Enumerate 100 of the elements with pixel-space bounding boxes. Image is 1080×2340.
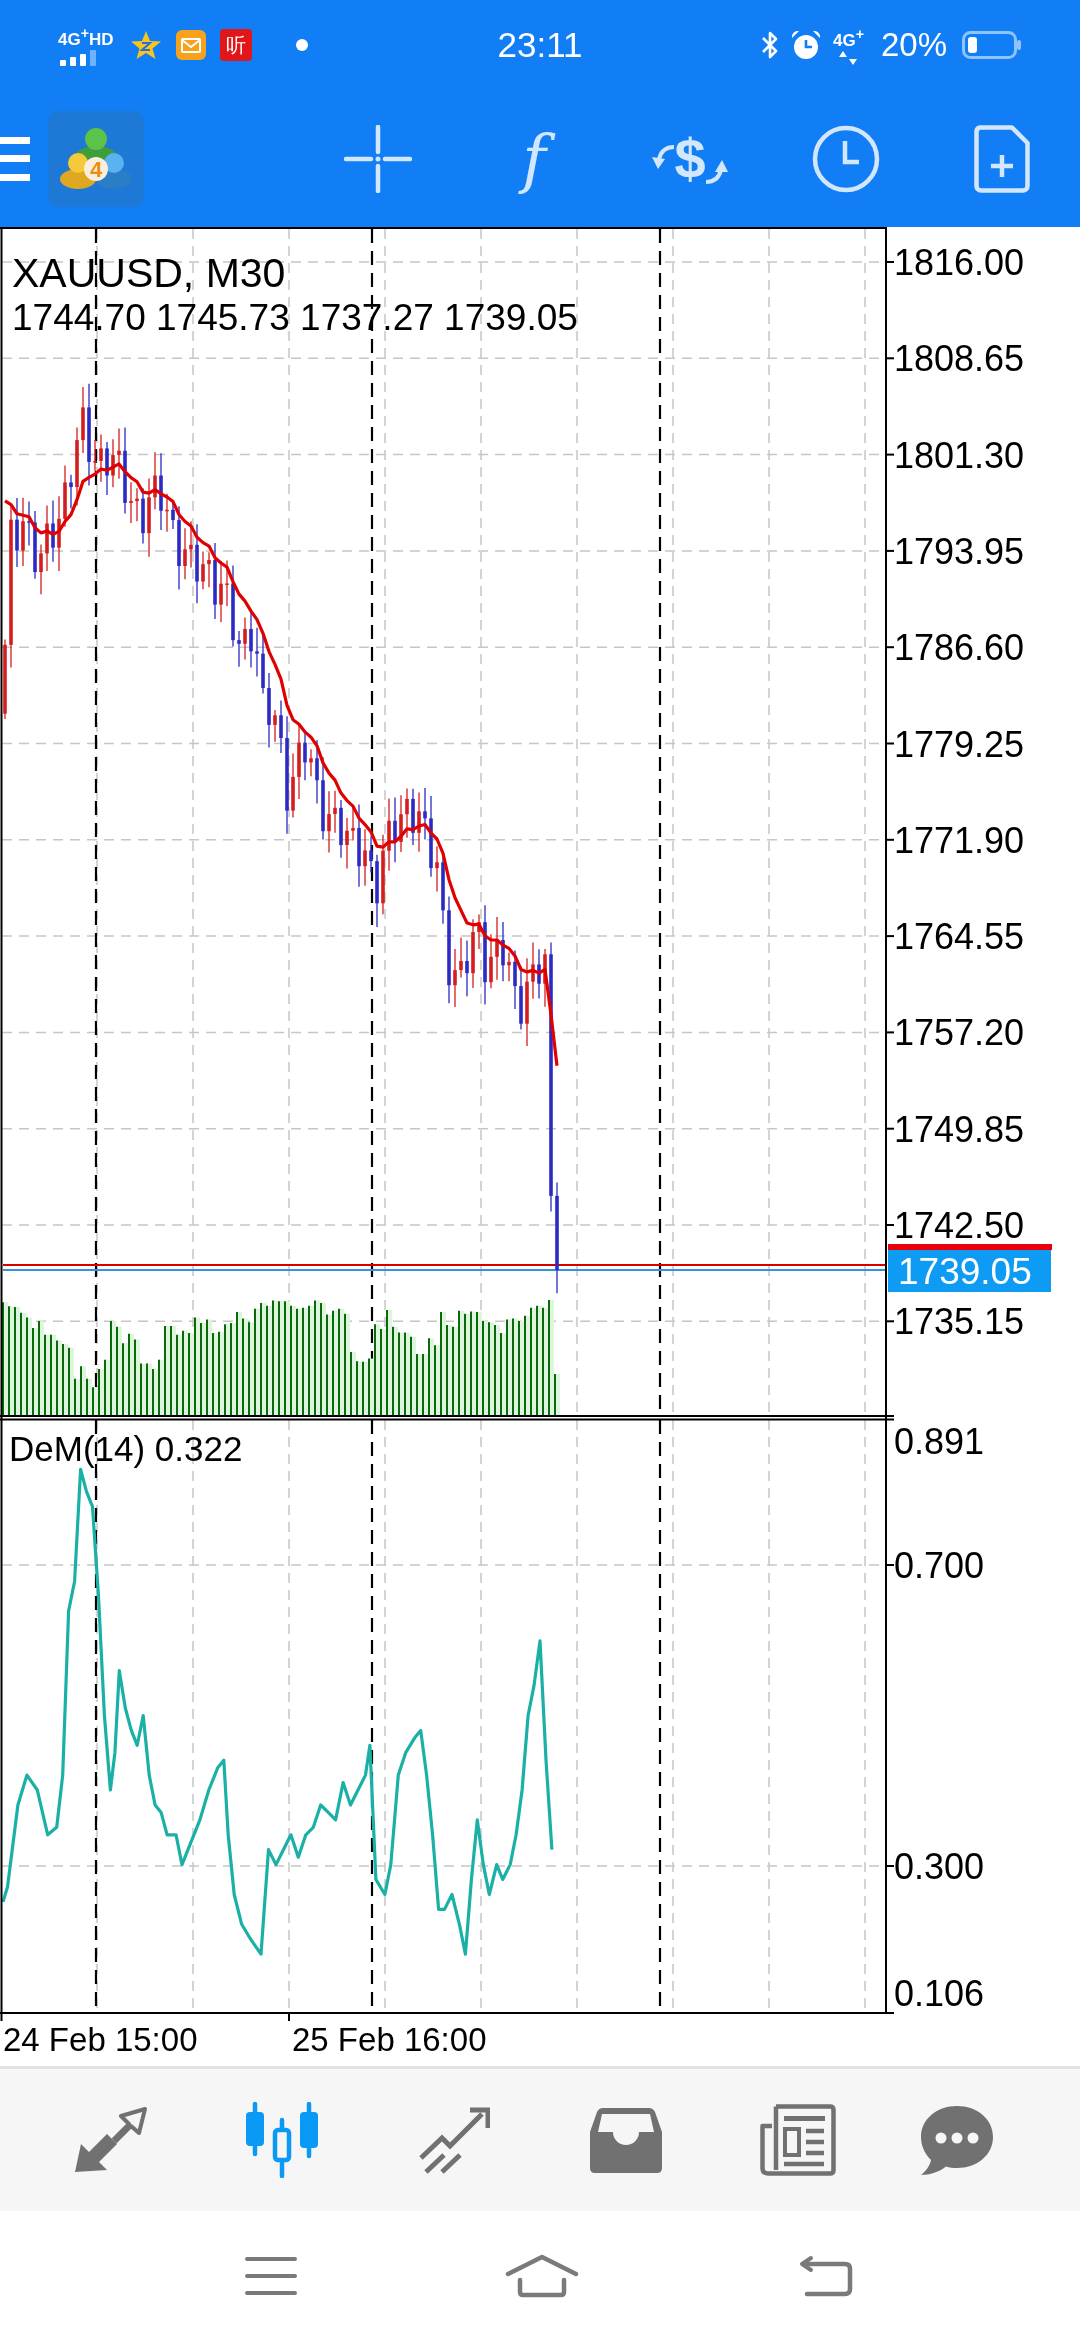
trade-button[interactable]: $ [640,108,740,209]
rising-candlestick [225,559,229,607]
rising-candlestick [351,807,355,842]
indicator-axis-label: 0.300 [894,1846,985,1887]
rising-candlestick [201,550,205,590]
falling-candlestick [51,499,55,563]
falling-candlestick [513,949,517,1010]
price-axis-label: 1757.20 [894,1012,1025,1054]
price-axis-label: 1816.00 [894,242,1025,283]
falling-candlestick [27,500,31,547]
rising-candlestick [111,438,115,488]
price-axis-label: 1749.85 [894,1108,1025,1150]
rising-candlestick [477,913,481,950]
indicator-label: DeM(14) 0.322 [9,1429,243,1468]
app-logo[interactable]: 4 [48,110,144,207]
home-icon [505,2253,579,2298]
falling-candlestick [441,855,445,925]
price-axis-label: 1793.95 [894,530,1025,572]
rising-candlestick [435,845,439,893]
rising-candlestick [183,527,187,580]
menu-icon [245,2255,297,2296]
data-arrows-icon [838,50,859,65]
indicator-axis-label: 0.106 [894,1973,985,2014]
back-button[interactable] [799,2254,853,2297]
rising-candlestick [459,936,463,979]
rising-candlestick [243,616,247,661]
falling-candlestick [501,921,505,982]
newspaper-icon [760,2104,836,2176]
current-price-tag: 1739.05 [888,1250,1051,1292]
falling-candlestick [237,630,241,668]
price-axis-label: 1771.90 [894,819,1025,861]
rising-candlestick [507,951,511,982]
rising-candlestick [273,709,277,743]
falling-candlestick [537,948,541,1000]
notification-dot-icon [295,39,308,51]
rising-candlestick [63,464,67,528]
rising-candlestick [99,433,103,483]
falling-candlestick [339,799,343,859]
rising-candlestick [327,790,331,854]
chat-bubble-icon [919,2104,995,2176]
time-axis-label: 25 Feb 16:00 [292,2021,487,2058]
candlestick-icon [243,2102,321,2178]
rising-candlestick [309,748,313,777]
rising-candlestick [531,941,535,1000]
rising-candlestick [333,790,337,834]
falling-candlestick [393,796,397,863]
rising-candlestick [417,791,421,853]
bluetooth-icon [760,30,779,60]
inbox-tray-icon [589,2106,663,2174]
rising-candlestick [471,918,475,989]
price-axis-label: 1808.65 [894,338,1025,380]
price-axis-label: 1779.25 [894,723,1025,765]
menu-button[interactable] [245,2255,297,2296]
curved-arrow-icon [652,143,677,170]
falling-candlestick [411,788,415,846]
home-button[interactable] [505,2253,579,2298]
falling-candlestick [255,627,259,678]
falling-candlestick [465,939,469,997]
document-plus-icon [974,124,1030,193]
falling-candlestick [279,699,283,754]
rising-candlestick [489,933,493,989]
rising-candlestick [81,386,85,454]
indicator-axis-label: 0.700 [894,1545,985,1586]
star-icon [129,30,162,60]
falling-candlestick [315,739,319,805]
curved-arrow-icon [703,158,728,185]
price-axis-label: 1801.30 [894,434,1025,476]
rising-candlestick [405,787,409,839]
indicators-button[interactable]: f [484,108,584,209]
clock-time: 23:11 [497,25,583,65]
falling-candlestick [33,510,37,580]
clock-icon [812,124,880,193]
rising-candlestick [117,427,121,480]
rising-candlestick [165,493,169,533]
time-axis-label: 24 Feb 15:00 [3,2021,198,2058]
trend-arrow-icon [418,2106,490,2174]
battery-icon [962,31,1022,59]
indicator-axis-label: 0.891 [894,1421,985,1462]
rising-candlestick [21,497,25,567]
rising-candlestick [129,481,133,524]
falling-candlestick [15,497,19,568]
price-axis-label: 1786.60 [894,627,1025,669]
rising-candlestick [135,487,139,522]
rising-candlestick [495,916,499,981]
double-arrow-icon [73,2106,147,2174]
price-axis-label: 1735.15 [894,1301,1025,1343]
rising-candlestick [453,948,457,1008]
data-type-label: 4G$^{+}$ [832,25,864,50]
falling-candlestick [69,474,73,510]
back-icon [799,2254,853,2297]
price-axis-label: 1764.55 [894,916,1025,958]
menu-button[interactable] [0,136,30,181]
rising-candlestick [39,543,43,595]
rising-candlestick [153,451,157,510]
mail-icon [175,30,206,60]
rising-candlestick [399,794,403,853]
rising-candlestick [207,551,211,588]
falling-candlestick [141,487,145,545]
menu-icon [0,136,30,181]
rising-candlestick [363,828,367,887]
